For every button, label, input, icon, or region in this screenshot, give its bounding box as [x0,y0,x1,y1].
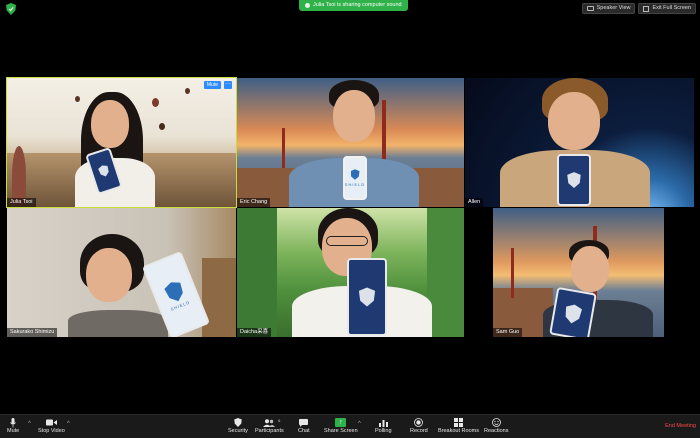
participants-button[interactable]: 6 Participants [255,417,284,435]
breakout-rooms-label: Breakout Rooms [438,428,479,434]
phone-shield-app: SHIELD [343,156,367,200]
phone-shield-app [549,286,597,337]
video-tile-daicha[interactable]: Daicha采喜 [237,208,464,337]
shield-label: SHIELD [344,181,366,187]
participants-icon: 6 [263,417,280,428]
video-tile-allen[interactable]: Allen [465,78,694,207]
participant-name: Eric Chang [237,198,271,207]
sharing-sound-banner[interactable]: Julia Tsoi is sharing computer sound [299,0,408,11]
video-camera-icon [45,417,57,428]
exit-full-screen-button[interactable]: Exit Full Screen [638,3,696,14]
participant-name: Sam Guo [493,328,523,337]
video-tile-julia-tsoi[interactable]: Mute ··· Julia Tsoi [6,77,237,208]
mute-participant-button[interactable]: Mute [203,81,221,89]
chat-label: Chat [298,428,310,434]
top-bar: Julia Tsoi is sharing computer sound Spe… [0,0,700,18]
participant-name: Julia Tsoi [7,198,36,207]
shield-logo-icon [97,164,110,178]
participant-name: Sakurako Shimizu [7,328,58,337]
polling-chart-icon [378,417,388,428]
shield-logo-icon [350,169,360,180]
reactions-label: Reactions [484,428,509,434]
shield-logo-icon [563,303,582,325]
audio-options-chevron-icon[interactable]: ^ [28,421,31,427]
polling-label: Polling [375,428,392,434]
shield-logo-icon [358,287,376,307]
sound-icon [305,3,310,8]
video-tile-eric-chang[interactable]: SHIELD Eric Chang [237,78,464,207]
record-label: Record [410,428,428,434]
stop-video-button[interactable]: Stop Video [38,417,65,435]
mute-button[interactable]: Mute [7,417,19,435]
share-screen-label: Share Screen [324,428,358,434]
reactions-button[interactable]: Reactions [484,417,508,435]
share-options-chevron-icon[interactable]: ^ [358,421,361,427]
mute-label: Mute [7,428,20,434]
record-button[interactable]: Record [410,417,428,435]
chat-button[interactable]: Chat [298,417,310,435]
shield-logo-icon [567,172,581,188]
participants-label: Participants [255,428,284,434]
video-tile-sam-guo[interactable]: Sam Guo [493,208,664,337]
meeting-toolbar: Mute ^ Stop Video ^ Security 6 Participa… [0,414,700,438]
chat-bubble-icon [299,417,309,428]
phone-shield-app [347,258,387,336]
share-screen-arrow-icon: ↑ [335,418,347,427]
end-meeting-button[interactable]: End Meeting [665,423,696,429]
speaker-view-label: Speaker View [596,5,631,11]
security-label: Security [228,428,248,434]
record-icon [414,417,424,428]
security-button[interactable]: Security [228,417,248,435]
share-screen-button[interactable]: ↑ Share Screen [324,417,358,435]
participants-count-badge: 6 [278,418,281,423]
exit-full-screen-label: Exit Full Screen [652,5,691,11]
phone-shield-app [557,154,591,206]
speaker-view-button[interactable]: Speaker View [581,3,636,14]
shield-label: SHIELD [169,299,191,312]
grid-view-icon [586,6,594,11]
video-options-chevron-icon[interactable]: ^ [67,421,70,427]
sharing-sound-text: Julia Tsoi is sharing computer sound [313,2,402,8]
breakout-rooms-button[interactable]: Breakout Rooms [438,417,479,435]
reactions-smiley-icon [491,417,501,428]
polling-button[interactable]: Polling [375,417,392,435]
stop-video-label: Stop Video [38,428,65,434]
microphone-icon [10,417,16,428]
participant-name: Allen [465,198,484,207]
participant-name: Daicha采喜 [237,328,272,337]
video-tile-sakurako-shimizu[interactable]: SHIELD Sakurako Shimizu [7,208,236,337]
more-options-button[interactable]: ··· [224,81,232,89]
security-shield-icon[interactable] [6,3,16,15]
exit-full-screen-icon [643,5,650,12]
breakout-rooms-grid-icon [453,417,463,428]
security-shield-icon [234,417,242,428]
